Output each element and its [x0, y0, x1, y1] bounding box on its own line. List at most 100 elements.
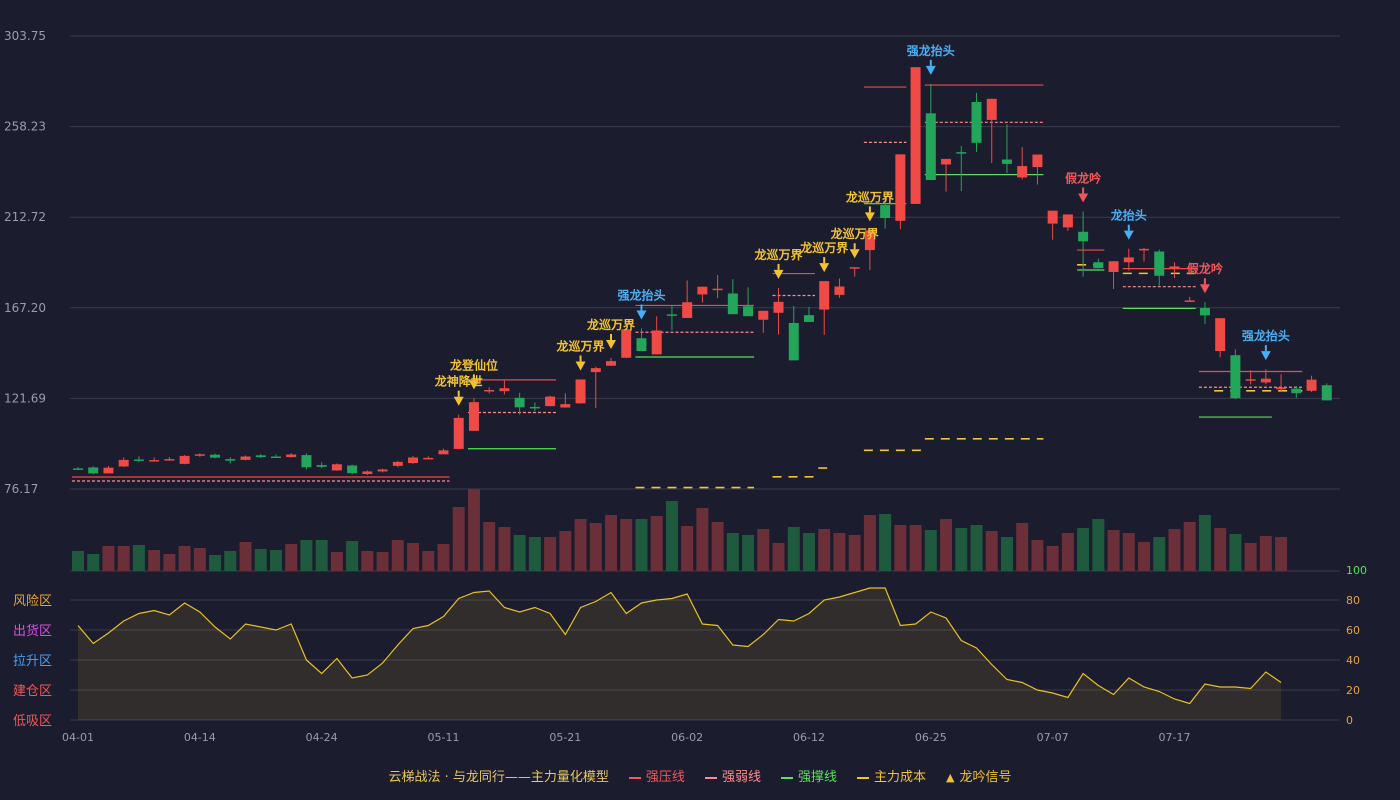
signal-arrow-icon [575, 361, 586, 371]
indicator-tick-label: 60 [1346, 624, 1360, 637]
volume-bar [818, 529, 831, 571]
legend-item[interactable]: 主力成本 [856, 766, 926, 785]
legend-item[interactable]: 强压线 [628, 766, 685, 785]
candle [925, 113, 936, 181]
signal-arrow-icon [636, 310, 647, 320]
volume-bar [102, 546, 115, 571]
candle [529, 406, 540, 409]
volume-bar [909, 525, 922, 571]
signal-arrow-icon [606, 339, 617, 349]
candle [133, 459, 144, 461]
volume-bar [1275, 537, 1288, 571]
signal-label: 龙巡万界 [846, 189, 894, 204]
volume-bar [1138, 542, 1151, 571]
candle [1093, 262, 1104, 269]
candle [1032, 154, 1043, 168]
volume-bar [239, 542, 252, 571]
volume-bar [1259, 536, 1272, 571]
signal-arrow-icon [819, 263, 830, 273]
signal-label: 龙巡万界 [587, 317, 635, 332]
candle [423, 457, 434, 460]
signal-arrow-icon [1123, 230, 1134, 240]
candle [301, 455, 312, 468]
indicator-tick-label: 40 [1346, 654, 1360, 667]
volume-bar [559, 531, 572, 571]
signal-arrow-icon [453, 396, 464, 406]
legend-label: 云梯战法 · 与龙同行——主力量化模型 [388, 770, 609, 785]
volume-bar [757, 529, 770, 571]
volume-bar [863, 515, 876, 571]
candles [73, 67, 1332, 476]
legend-swatch [856, 776, 869, 779]
volume-bar [437, 544, 450, 571]
candle [1245, 379, 1256, 381]
candle [1123, 257, 1134, 263]
zone-label: 风险区 [13, 594, 52, 609]
zone-label: 低吸区 [13, 714, 52, 729]
x-tick-label: 05-21 [549, 731, 581, 744]
signal-label: 假龙吟 [1065, 170, 1101, 185]
volume-bar [985, 531, 998, 571]
volume-bar [269, 550, 282, 571]
candle [255, 455, 266, 458]
candle [1139, 248, 1150, 251]
legend-swatch [780, 776, 793, 779]
volume-bar [1061, 533, 1074, 571]
volume-bar [650, 516, 663, 571]
volume-bar [1183, 522, 1196, 571]
candle [164, 459, 175, 461]
legend-item[interactable]: ▲ 龙吟信号 [946, 766, 1011, 785]
legend-item[interactable]: 强撑线 [780, 766, 837, 785]
candle [621, 329, 632, 358]
indicator-panel: 100 80 60 40 20 0 风险区出货区拉升区建仓区低吸区 [13, 564, 1367, 729]
candle [727, 293, 738, 315]
candle [895, 154, 906, 221]
legend-item[interactable]: 强弱线 [704, 766, 761, 785]
volume-bar [498, 527, 511, 571]
signal-label: 强龙抬头 [617, 288, 665, 303]
candle [1260, 378, 1271, 383]
x-tick-label: 06-25 [915, 731, 947, 744]
candle [803, 315, 814, 322]
volume-bar [209, 555, 222, 571]
volume-bar [513, 535, 526, 571]
legend-label: 强弱线 [721, 770, 761, 785]
volume-bar [315, 540, 328, 571]
candle [849, 267, 860, 269]
candle [545, 396, 556, 407]
volume-bar [407, 543, 420, 571]
volume-bar [574, 519, 587, 571]
candle [210, 454, 221, 458]
candle [362, 471, 373, 475]
volume-bar [132, 545, 145, 571]
candle [1108, 261, 1119, 272]
x-tick-label: 04-24 [306, 731, 338, 744]
volume-bar [1000, 537, 1013, 571]
candle [1291, 388, 1302, 394]
legend: 云梯战法 · 与龙同行——主力量化模型 强压线 强弱线 强撑线 主力成本 ▲ 龙吟信号 [0, 766, 1400, 785]
volume-bar [528, 537, 541, 571]
candle [270, 456, 281, 458]
zone-label: 出货区 [13, 623, 52, 639]
volume-bar [605, 515, 618, 571]
candle [88, 467, 99, 474]
volume-bar [1198, 515, 1211, 571]
candle [316, 465, 327, 467]
candle [1306, 379, 1317, 391]
y-tick-label: 167.20 [4, 301, 46, 315]
candle [1230, 355, 1241, 399]
indicator-tick-label: 20 [1346, 684, 1360, 697]
y-tick-label: 303.75 [4, 29, 46, 43]
volume-bar [224, 551, 237, 571]
signal-label: 龙巡万界 [831, 226, 879, 241]
volume-bar [467, 489, 480, 571]
indicator-tick-label: 100 [1346, 564, 1367, 577]
y-tick-label: 76.17 [4, 482, 38, 496]
candle [743, 306, 754, 317]
volume-bar [1031, 540, 1044, 571]
volume-bar [1122, 533, 1135, 571]
zone-label: 建仓区 [13, 684, 52, 699]
date-axis: 04-01 04-14 04-24 05-11 05-21 06-02 06-12 06-25… [62, 731, 1190, 744]
x-tick-label: 07-07 [1037, 731, 1069, 744]
signal-label: 龙巡万界 [800, 240, 848, 255]
